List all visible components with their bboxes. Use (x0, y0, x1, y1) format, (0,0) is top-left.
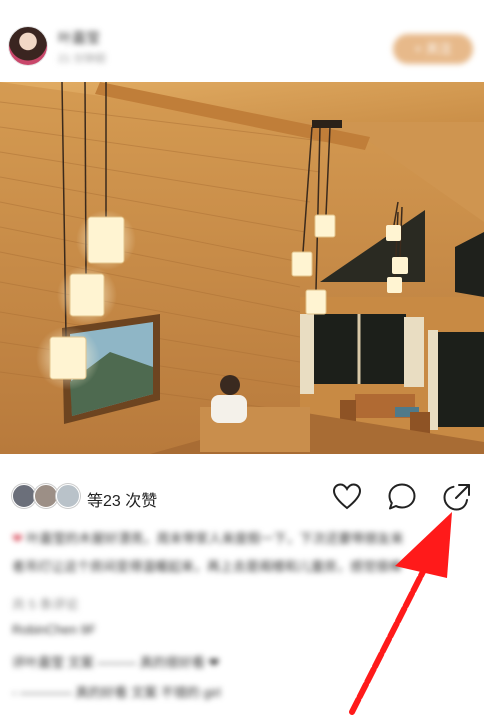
liker-avatar[interactable] (12, 484, 36, 508)
comment-text-1: 评叶嘉莹 文案 ——— 真的很好看 ❤ (12, 655, 220, 670)
likes-suffix: 次赞 (125, 493, 158, 510)
caption-line-1: ❤ 叶嘉莹的木屋好漂亮，周末带家人来度假一下，下次还要带朋友来 (12, 531, 404, 546)
caption-line-2: 者吊灯让这个房间变得温暖起来，再上去是阁楼和儿童房，感觉很棒 (12, 559, 403, 574)
likes-count: 23 (103, 493, 121, 510)
liker-avatar[interactable] (56, 484, 80, 508)
comment-icon[interactable] (386, 481, 418, 513)
avatar[interactable] (8, 26, 48, 66)
likes-count-label[interactable]: 等23 次赞 (87, 487, 157, 511)
post-header: 叶嘉莹 21 分钟前 + 关注 (0, 0, 484, 80)
comment-author[interactable]: RobinChen 9F (12, 622, 96, 637)
follow-button[interactable]: + 关注 (393, 34, 473, 64)
share-icon[interactable] (441, 481, 473, 513)
post-photo[interactable] (0, 82, 484, 454)
comment-text-2: - ———— 真的好看 文案 不错的 girl (12, 685, 221, 700)
likes-prefix: 等 (87, 493, 104, 510)
username[interactable]: 叶嘉莹 (58, 28, 100, 48)
liker-avatar[interactable] (34, 484, 58, 508)
comments-count[interactable]: 共 5 条评论 (12, 594, 78, 613)
heart-icon[interactable] (331, 481, 363, 513)
post-subtitle: 21 分钟前 (58, 53, 107, 65)
cabin-interior-image (0, 82, 484, 454)
